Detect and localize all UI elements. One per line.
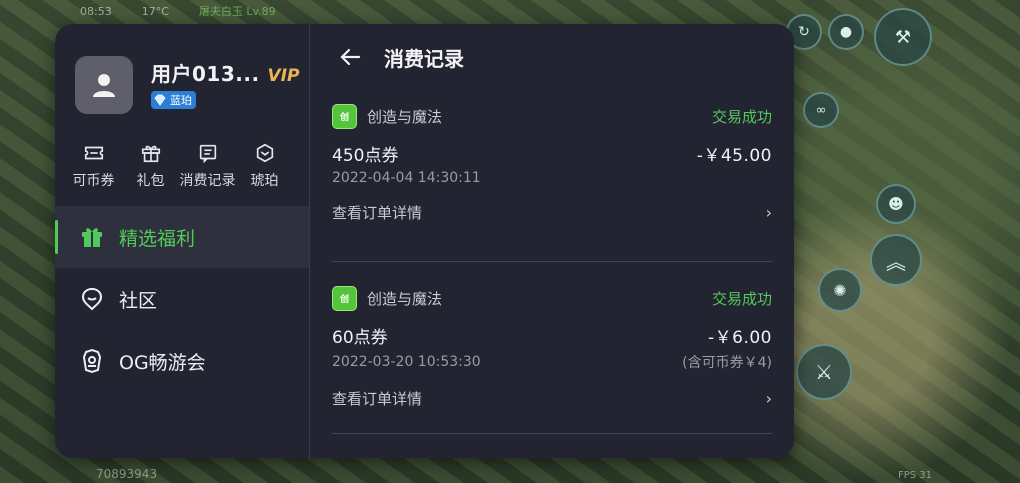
hammer-tool-icon[interactable]: ⚒ <box>874 8 932 66</box>
hud-temp: 17°C <box>141 4 169 18</box>
community-chat-icon <box>81 287 103 311</box>
quick-action-label: 消费记录 <box>179 173 236 189</box>
record-item: 创 创造与魔法 交易成功 450点券 -￥45.00 2022-04-04 14… <box>332 90 772 262</box>
back-arrow-icon[interactable] <box>338 45 362 69</box>
jump-icon[interactable]: ︽ <box>870 234 922 286</box>
drop-icon[interactable]: ● <box>828 14 864 50</box>
diamond-icon <box>154 94 166 106</box>
og-club-icon <box>82 348 102 374</box>
character-icon[interactable]: ☻ <box>876 184 916 224</box>
quick-actions: 可币券 礼包 消费记录 琥珀 <box>55 132 309 190</box>
emote-icon[interactable]: ∞ <box>803 92 839 128</box>
record-time: 2022-04-04 14:30:11 <box>332 170 481 186</box>
skill-icon[interactable]: ✺ <box>818 268 862 312</box>
vip-label: VIP <box>267 66 300 86</box>
view-order-detail-link[interactable]: 查看订单详情 › <box>332 388 772 409</box>
sidebar-item-label: 精选福利 <box>119 227 196 250</box>
sidebar-item-community[interactable]: 社区 <box>55 268 309 330</box>
quick-action-gift[interactable]: 礼包 <box>122 142 179 190</box>
member-badge: 蓝珀 <box>151 91 196 109</box>
chevron-right-icon: › <box>765 203 772 222</box>
record-item-name: 450点券 <box>332 146 399 166</box>
quick-action-label: 礼包 <box>136 173 165 189</box>
quick-action-amber[interactable]: 琥珀 <box>236 142 293 190</box>
record-amount: -￥6.00 <box>708 328 772 348</box>
view-order-detail-label: 查看订单详情 <box>332 204 423 222</box>
hud-title: 屠夫白玉 Lv.89 <box>198 5 276 18</box>
receipt-icon <box>199 144 216 164</box>
view-order-detail-label: 查看订单详情 <box>332 390 423 408</box>
record-status: 交易成功 <box>711 108 772 126</box>
fps-counter: FPS 31 <box>897 470 932 481</box>
weapon-icon[interactable]: ⚔ <box>796 344 852 400</box>
amber-gem-icon <box>256 143 273 163</box>
record-game-name: 创造与魔法 <box>367 290 443 308</box>
sidebar-menu: 精选福利 社区 OG畅游会 <box>55 206 309 392</box>
quick-action-label: 琥珀 <box>250 173 279 189</box>
record-game-name: 创造与魔法 <box>367 108 443 126</box>
username: 用户013... <box>151 62 260 86</box>
record-item-name: 60点券 <box>332 328 388 348</box>
player-id: 70893943 <box>96 467 158 481</box>
record-item: 创 创造与魔法 交易成功 60点券 -￥6.00 2022-03-20 10:5… <box>332 262 772 434</box>
view-order-detail-link[interactable]: 查看订单详情 › <box>332 202 772 223</box>
sidebar-item-label: 社区 <box>119 289 158 312</box>
sidebar-item-og-club[interactable]: OG畅游会 <box>55 330 309 392</box>
profile-info: 用户013... VIP 蓝珀 <box>151 58 300 111</box>
record-time: 2022-03-20 10:53:30 <box>332 354 481 370</box>
quick-action-records[interactable]: 消费记录 <box>179 142 236 190</box>
gift-icon <box>141 145 160 163</box>
game-logo-icon: 创 <box>332 104 357 129</box>
sidebar-item-featured-benefits[interactable]: 精选福利 <box>55 206 309 268</box>
ticket-icon <box>84 146 103 160</box>
consumption-records-view: 消费记录 创 创造与魔法 交易成功 450点券 -￥45.00 2022-04-… <box>310 24 794 458</box>
sidebar-item-label: OG畅游会 <box>119 351 206 374</box>
record-status: 交易成功 <box>711 290 772 308</box>
avatar[interactable] <box>75 55 133 114</box>
hud-time: 08:53 <box>80 4 112 18</box>
user-center-panel: 用户013... VIP 蓝珀 可币券 礼包 消费记录 琥珀 精选福利 社区 O… <box>55 24 794 458</box>
sidebar: 用户013... VIP 蓝珀 可币券 礼包 消费记录 琥珀 精选福利 社区 O… <box>55 24 310 458</box>
badge-label: 蓝珀 <box>170 94 192 107</box>
record-note: (含可币券￥4) <box>682 355 772 371</box>
gift-icon <box>82 228 102 247</box>
user-silhouette-icon <box>93 73 115 97</box>
page-header: 消费记录 <box>332 24 772 90</box>
game-logo-icon: 创 <box>332 286 357 311</box>
quick-action-coupon[interactable]: 可币券 <box>65 142 122 190</box>
page-title: 消费记录 <box>384 46 464 71</box>
profile-header: 用户013... VIP 蓝珀 <box>55 24 309 124</box>
quick-action-label: 可币券 <box>72 173 115 189</box>
record-amount: -￥45.00 <box>696 146 772 166</box>
game-hud-top: 08:53 17°C 屠夫白玉 Lv.89 <box>80 0 820 22</box>
chevron-right-icon: › <box>765 389 772 408</box>
